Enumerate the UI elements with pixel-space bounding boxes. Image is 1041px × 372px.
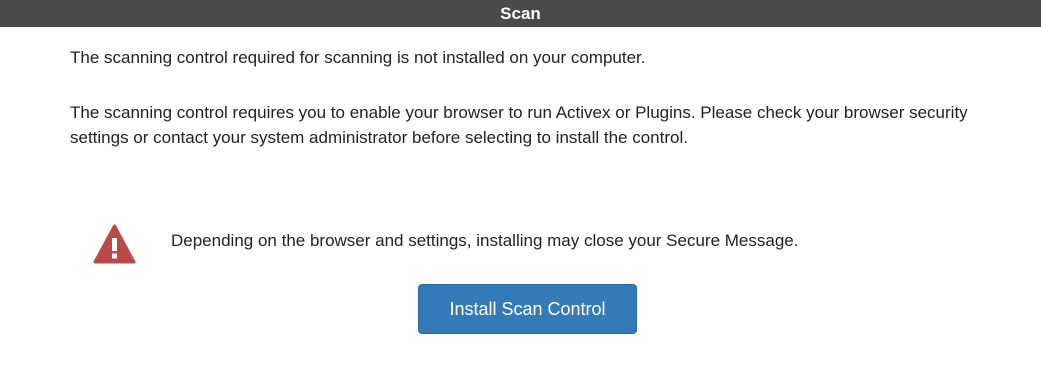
dialog-title-bar: Scan	[0, 0, 1041, 27]
warning-text: Depending on the browser and settings, i…	[171, 231, 799, 250]
message-body: The scanning control required for scanni…	[70, 45, 1000, 150]
dialog-title: Scan	[500, 4, 541, 23]
warning-notice: Depending on the browser and settings, i…	[93, 218, 993, 264]
warning-triangle-icon	[93, 224, 136, 264]
requirements-message: The scanning control requires you to ena…	[70, 103, 968, 147]
not-installed-message: The scanning control required for scanni…	[70, 48, 646, 67]
install-scan-control-button[interactable]: Install Scan Control	[418, 284, 637, 334]
